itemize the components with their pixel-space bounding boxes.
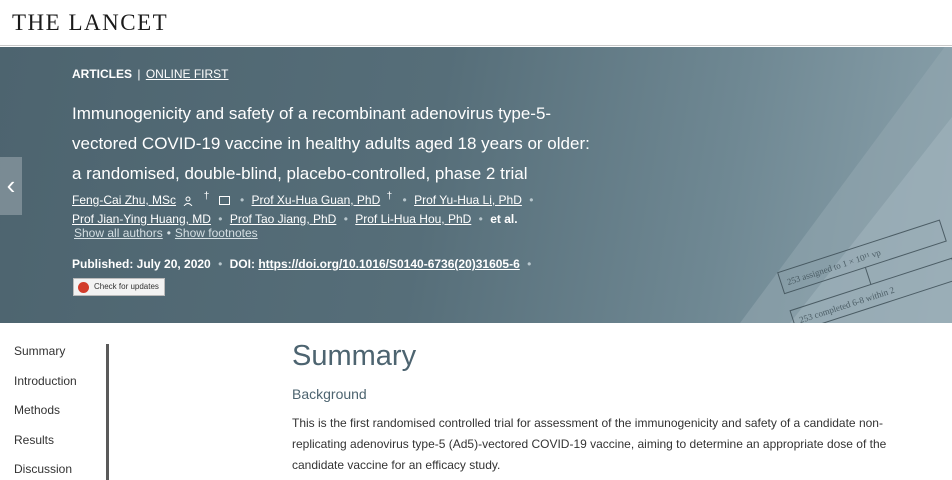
toc-item-summary[interactable]: Summary — [14, 344, 77, 374]
author-actions: Show all authors • Show footnotes — [74, 226, 258, 240]
author-link[interactable]: Prof Li-Hua Hou, PhD — [355, 212, 471, 226]
author-link[interactable]: Feng-Cai Zhu, MSc — [72, 193, 176, 207]
show-footnotes-link[interactable]: Show footnotes — [175, 226, 258, 240]
article-title: Immunogenicity and safety of a recombina… — [72, 104, 590, 183]
previous-article-button[interactable]: ‹ — [0, 157, 22, 215]
doi-link[interactable]: https://doi.org/10.1016/S0140-6736(20)31… — [258, 257, 519, 271]
dagger-mark: † — [386, 191, 393, 202]
online-first-link[interactable]: ONLINE FIRST — [146, 67, 229, 81]
author-link[interactable]: Prof Xu-Hua Guan, PhD — [252, 193, 381, 207]
section-title: Summary — [292, 340, 417, 372]
toc-item-results[interactable]: Results — [14, 433, 77, 463]
author-link[interactable]: Prof Yu-Hua Li, PhD — [414, 193, 522, 207]
chevron-left-icon: ‹ — [6, 170, 16, 200]
toc-scroll-indicator[interactable] — [106, 344, 109, 480]
mail-icon[interactable] — [218, 196, 230, 206]
article-type-separator: | — [137, 67, 141, 81]
toc-item-methods[interactable]: Methods — [14, 403, 77, 433]
journal-logo[interactable]: THE LANCET — [12, 10, 168, 36]
author-list: Feng-Cai Zhu, MSc † • Prof Xu-Hua Guan, … — [72, 191, 534, 226]
author-link[interactable]: Prof Tao Jiang, PhD — [230, 212, 337, 226]
toc-item-discussion[interactable]: Discussion — [14, 462, 77, 480]
check-for-updates-label: Check for updates — [94, 282, 159, 291]
article-hero: 253 assigned to 1 × 10¹¹ vp 253 complete… — [0, 47, 952, 323]
article-type-label[interactable]: ARTICLES — [72, 67, 132, 81]
doi-label: DOI: — [229, 257, 255, 271]
check-for-updates-button[interactable]: Check for updates — [73, 278, 165, 296]
publication-info: Published: July 20, 2020 • DOI: https://… — [72, 257, 532, 271]
show-all-authors-link[interactable]: Show all authors — [74, 226, 163, 240]
crossmark-icon — [78, 282, 89, 293]
person-icon[interactable] — [183, 196, 193, 206]
dagger-mark: † — [203, 191, 210, 202]
abstract-paragraph: This is the first randomised controlled … — [292, 416, 887, 472]
article-type: ARTICLES | ONLINE FIRST — [72, 67, 229, 81]
author-link[interactable]: Prof Jian-Ying Huang, MD — [72, 212, 211, 226]
subsection-title: Background — [292, 386, 367, 402]
published-date: Published: July 20, 2020 — [72, 257, 211, 271]
et-al-link[interactable]: et al. — [490, 212, 517, 226]
site-header: THE LANCET — [0, 0, 952, 46]
toc-item-introduction[interactable]: Introduction — [14, 374, 77, 404]
table-of-contents: Summary Introduction Methods Results Dis… — [14, 344, 77, 480]
